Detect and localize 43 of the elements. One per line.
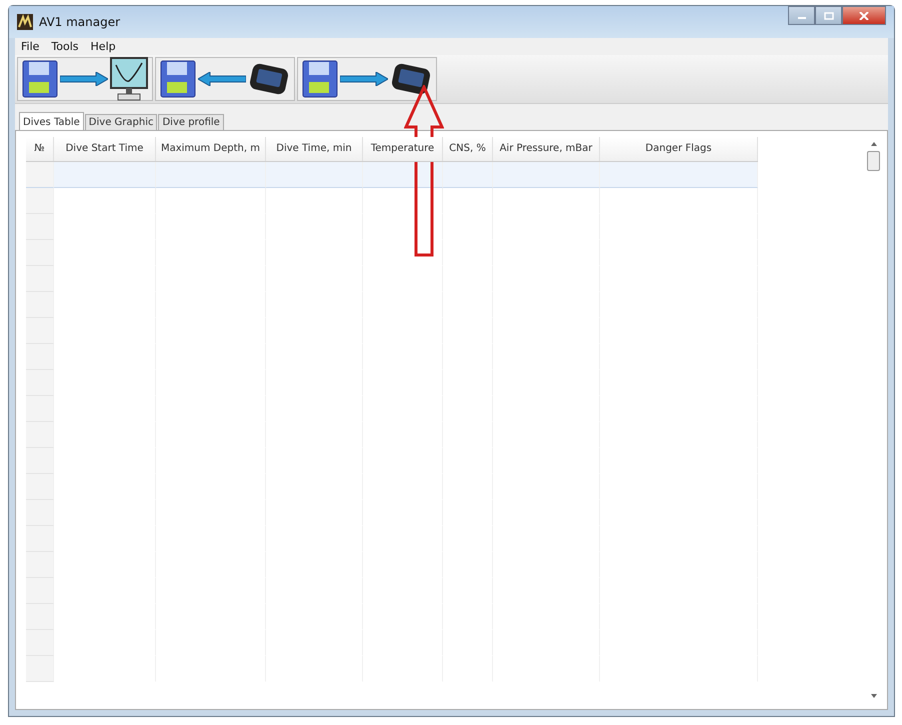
menu-item[interactable]: Tools [51,40,79,53]
table-row[interactable] [26,344,758,370]
table-row[interactable] [26,656,758,682]
minimize-button[interactable] [788,6,815,25]
left-arrow-icon [198,72,246,86]
toolbar-button[interactable] [155,57,295,101]
toolbar-button[interactable] [17,57,153,101]
maximize-icon [824,12,834,20]
table-row[interactable] [26,318,758,344]
table-row[interactable] [26,292,758,318]
window-title: AV1 manager [39,15,120,29]
table-row[interactable] [26,422,758,448]
table-row[interactable] [26,630,758,656]
table-row[interactable] [26,500,758,526]
monitor-icon [110,57,148,101]
menu-item[interactable]: File [21,40,40,53]
close-button[interactable] [842,6,886,25]
table-row[interactable] [26,266,758,292]
tab[interactable]: Dives Table [19,112,84,130]
scroll-thumb[interactable] [867,151,880,171]
table-row[interactable] [26,162,758,188]
app-logo-icon [17,14,33,30]
right-arrow-icon [340,72,388,86]
table-row[interactable] [26,396,758,422]
toolbar-button[interactable] [297,57,437,101]
tab[interactable]: Dive Graphic [84,114,158,130]
table-row[interactable] [26,552,758,578]
scroll-down-icon [870,693,878,699]
table-row[interactable] [26,240,758,266]
scroll-up-icon [870,141,878,147]
table-row[interactable] [26,526,758,552]
table-row[interactable] [26,214,758,240]
maximize-button[interactable] [815,6,842,25]
tab[interactable]: Dive profile [158,114,224,130]
table-row[interactable] [26,188,758,214]
table-row[interactable] [26,370,758,396]
menu-item[interactable]: Help [90,40,116,53]
table-row[interactable] [26,578,758,604]
table-row[interactable] [26,474,758,500]
right-arrow-icon [60,72,108,86]
table-row[interactable] [26,448,758,474]
close-icon [859,12,869,20]
table-row[interactable] [26,604,758,630]
